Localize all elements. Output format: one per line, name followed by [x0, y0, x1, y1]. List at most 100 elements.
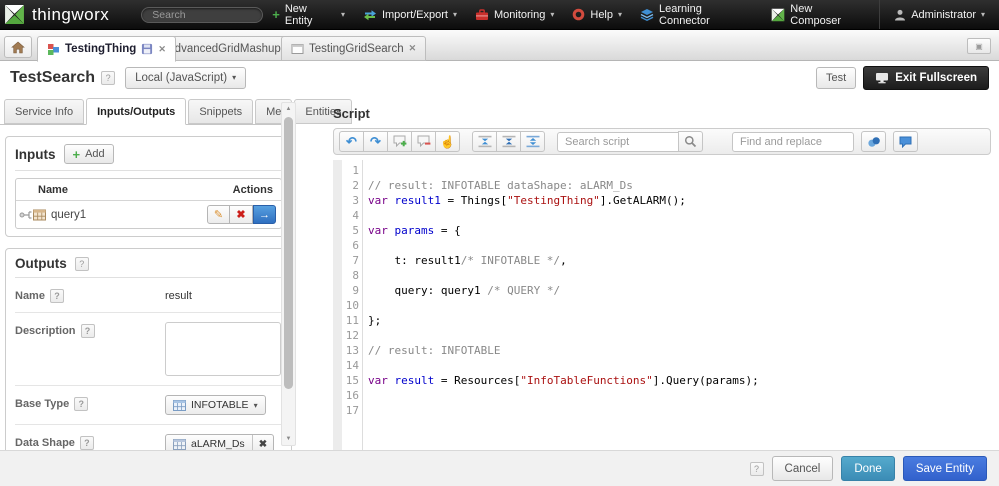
cancel-button[interactable]: Cancel [772, 456, 834, 481]
line-number: 3 [342, 193, 362, 208]
undo-button[interactable]: ↶ [339, 131, 364, 152]
handler-label: Local (JavaScript) [135, 72, 227, 84]
scroll-down-icon[interactable]: ▼ [282, 433, 295, 445]
tab-snippets[interactable]: Snippets [188, 99, 253, 124]
menu-learning-connector[interactable]: Learning Connector [631, 0, 762, 29]
search-script-button[interactable] [678, 131, 703, 152]
close-icon[interactable]: ✕ [409, 43, 417, 54]
code-line[interactable]: // result: INFOTABLE dataShape: aLARM_Ds [368, 178, 999, 193]
tab-inputs-outputs[interactable]: Inputs/Outputs [86, 98, 186, 125]
menu-monitoring[interactable]: Monitoring ▾ [466, 0, 563, 29]
edit-input-button[interactable]: ✎ [207, 205, 230, 224]
code-line[interactable] [368, 268, 999, 283]
tab-testingthing[interactable]: TestingThing ✕ [37, 36, 176, 62]
output-name-value: result [165, 287, 192, 302]
inputs-table: Name Actions [15, 178, 282, 229]
redo-icon: ↷ [370, 135, 381, 148]
expand-all-button[interactable] [520, 131, 545, 152]
menu-import-export[interactable]: Import/Export ▾ [354, 0, 466, 29]
datashape-icon [173, 439, 186, 450]
help-badge[interactable]: ? [80, 436, 94, 450]
line-number: 14 [342, 358, 362, 373]
replace-all-button[interactable] [893, 131, 918, 152]
basetype-dropdown[interactable]: INFOTABLE ▾ [165, 395, 266, 415]
code-line[interactable] [368, 298, 999, 313]
help-badge[interactable]: ? [74, 397, 88, 411]
tab-service-info[interactable]: Service Info [4, 99, 84, 124]
close-icon[interactable]: ✕ [158, 44, 166, 55]
code-line[interactable] [368, 208, 999, 223]
handler-dropdown[interactable]: Local (JavaScript) ▾ [125, 67, 246, 89]
top-menu: + New Entity ▾ Import/Export ▾ [263, 0, 999, 29]
code-line[interactable] [368, 328, 999, 343]
menu-label: Administrator [911, 9, 976, 21]
code-line[interactable]: var result = Resources["InfoTableFunctio… [368, 373, 999, 388]
dock-tabs-button[interactable]: ▣ [967, 38, 991, 54]
outputs-help-badge[interactable]: ? [75, 257, 89, 271]
replace-button[interactable] [861, 131, 886, 152]
exit-fullscreen-label: Exit Fullscreen [895, 72, 977, 84]
drag-handle-icon[interactable] [19, 209, 33, 221]
pin-icon: ▣ [975, 42, 983, 51]
code-line[interactable]: }; [368, 313, 999, 328]
script-toolbar: ↶ ↷ ☝ [333, 128, 991, 155]
scrollbar-thumb[interactable] [284, 117, 293, 389]
clear-datashape-button[interactable]: ✖ [252, 435, 273, 450]
add-comment-button[interactable] [387, 131, 412, 152]
brand[interactable]: thingworx [0, 4, 119, 25]
code-line[interactable] [368, 403, 999, 418]
code-line[interactable] [368, 388, 999, 403]
code-line[interactable]: query: query1 /* QUERY */ [368, 283, 999, 298]
exit-fullscreen-button[interactable]: Exit Fullscreen [863, 66, 989, 90]
home-button[interactable] [4, 36, 32, 58]
find-replace-input[interactable] [732, 132, 854, 152]
menu-administrator[interactable]: Administrator ▾ [879, 0, 999, 29]
datashape-chip[interactable]: aLARM_Ds ✖ [165, 434, 274, 450]
tab-testinggridsearch[interactable]: TestingGridSearch ✕ [281, 36, 426, 61]
code-editor[interactable]: 1234567891011121314151617 // result: INF… [333, 160, 999, 450]
code-line[interactable] [368, 238, 999, 253]
done-button[interactable]: Done [841, 456, 895, 481]
test-button[interactable]: Test [816, 67, 856, 89]
collapse-all-icon [502, 135, 516, 148]
scroll-up-icon[interactable]: ▲ [282, 103, 295, 115]
line-number: 12 [342, 328, 362, 343]
menu-new-entity[interactable]: + New Entity ▾ [263, 0, 354, 29]
description-textarea[interactable] [165, 322, 281, 376]
left-panel-scrollbar[interactable]: ▲ ▼ [281, 102, 296, 446]
menu-new-composer[interactable]: New Composer [762, 0, 873, 29]
footer-help-badge[interactable]: ? [750, 462, 764, 476]
field-label: Name [15, 290, 45, 302]
line-number: 2 [342, 178, 362, 193]
code-line[interactable]: var result1 = Things["TestingThing"].Get… [368, 193, 999, 208]
code-line[interactable]: // result: INFOTABLE [368, 343, 999, 358]
editor-code[interactable]: // result: INFOTABLE dataShape: aLARM_Ds… [363, 160, 999, 450]
query-parameter-icon [33, 209, 47, 221]
help-badge[interactable]: ? [81, 324, 95, 338]
code-line[interactable]: t: result1/* INFOTABLE */, [368, 253, 999, 268]
format-code-button[interactable]: ☝ [435, 131, 460, 152]
title-help-badge[interactable]: ? [101, 71, 115, 85]
set-input-button[interactable]: → [253, 205, 276, 224]
help-badge[interactable]: ? [50, 289, 64, 303]
replace-icon [867, 136, 881, 148]
delete-input-button[interactable]: ✖ [230, 205, 253, 224]
close-icon: ✖ [259, 439, 267, 450]
collapse-block-button[interactable] [472, 131, 497, 152]
monitor-icon [875, 72, 889, 84]
redo-button[interactable]: ↷ [363, 131, 388, 152]
save-entity-button[interactable]: Save Entity [903, 456, 987, 481]
search-script-input[interactable] [557, 132, 679, 152]
chevron-down-icon: ▾ [254, 401, 258, 410]
code-line[interactable]: var params = { [368, 223, 999, 238]
code-line[interactable] [368, 163, 999, 178]
menu-help[interactable]: Help ▾ [563, 0, 631, 29]
brand-name: thingworx [32, 5, 109, 25]
remove-comment-button[interactable] [411, 131, 436, 152]
code-line[interactable] [368, 358, 999, 373]
add-input-button[interactable]: + Add [64, 144, 114, 164]
layers-icon [640, 8, 654, 21]
save-label: Save Entity [916, 463, 974, 475]
collapse-all-button[interactable] [496, 131, 521, 152]
global-search-input[interactable] [141, 7, 263, 23]
